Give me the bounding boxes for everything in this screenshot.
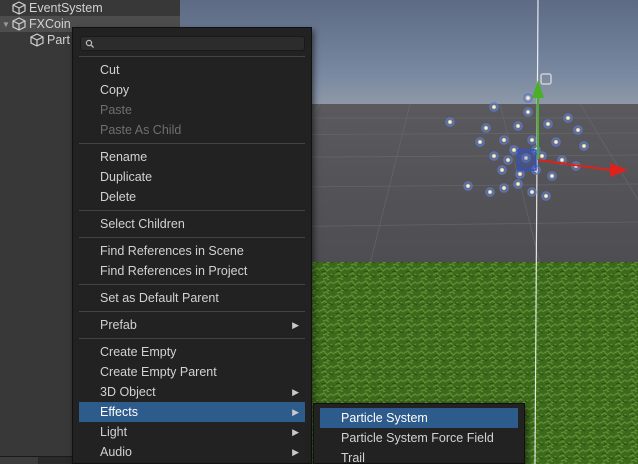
menu-item-prefab[interactable]: Prefab ▶ — [79, 315, 305, 335]
search-icon — [85, 38, 95, 49]
menu-item-3d-object[interactable]: 3D Object ▶ — [79, 382, 305, 402]
menu-separator — [79, 237, 305, 238]
search-field[interactable] — [80, 36, 305, 51]
menu-item-select-children[interactable]: Select Children — [79, 214, 305, 234]
cube-icon — [12, 17, 26, 31]
menu-item-copy[interactable]: Copy — [79, 80, 305, 100]
menu-separator — [79, 56, 305, 57]
menu-item-find-refs-scene[interactable]: Find References in Scene — [79, 241, 305, 261]
menu-item-duplicate[interactable]: Duplicate — [79, 167, 305, 187]
chevron-right-icon: ▶ — [292, 386, 299, 397]
menu-item-cut[interactable]: Cut — [79, 60, 305, 80]
hierarchy-item-label: Part — [47, 33, 70, 47]
menu-item-create-empty-parent[interactable]: Create Empty Parent — [79, 362, 305, 382]
hierarchy-item-label: EventSystem — [29, 1, 103, 15]
menu-separator — [79, 311, 305, 312]
menu-item-paste: Paste — [100, 103, 132, 117]
submenu-item-particle-force-field[interactable]: Particle System Force Field — [320, 428, 518, 448]
menu-separator — [79, 338, 305, 339]
menu-item-effects[interactable]: Effects ▶ — [79, 402, 305, 422]
menu-item-paste-as-child: Paste As Child — [100, 123, 182, 137]
context-menu: Cut Copy Paste Paste As Child Rename Dup… — [72, 27, 312, 464]
menu-item-set-default-parent[interactable]: Set as Default Parent — [79, 288, 305, 308]
menu-separator — [79, 143, 305, 144]
chevron-right-icon: ▶ — [292, 319, 299, 330]
submenu-item-trail[interactable]: Trail — [320, 448, 518, 464]
bottom-tab[interactable] — [0, 457, 38, 464]
menu-separator — [79, 284, 305, 285]
hierarchy-item-label: FXCoin — [29, 17, 71, 31]
menu-item-rename[interactable]: Rename — [79, 147, 305, 167]
menu-item-light[interactable]: Light ▶ — [79, 422, 305, 442]
search-input[interactable] — [97, 37, 302, 50]
effects-submenu: Particle System Particle System Force Fi… — [313, 403, 525, 464]
menu-item-audio[interactable]: Audio ▶ — [79, 442, 305, 462]
hierarchy-item-eventsystem[interactable]: EventSystem — [0, 0, 180, 16]
cube-icon — [12, 1, 26, 15]
menu-separator — [79, 210, 305, 211]
chevron-right-icon: ▶ — [292, 426, 299, 437]
menu-item-delete[interactable]: Delete — [79, 187, 305, 207]
menu-item-find-refs-project[interactable]: Find References in Project — [79, 261, 305, 281]
cube-icon — [30, 33, 44, 47]
chevron-right-icon: ▶ — [292, 406, 299, 417]
triangle-down-icon[interactable]: ▼ — [0, 16, 12, 32]
chevron-right-icon: ▶ — [292, 446, 299, 457]
submenu-item-particle-system[interactable]: Particle System — [320, 408, 518, 428]
menu-item-create-empty[interactable]: Create Empty — [79, 342, 305, 362]
